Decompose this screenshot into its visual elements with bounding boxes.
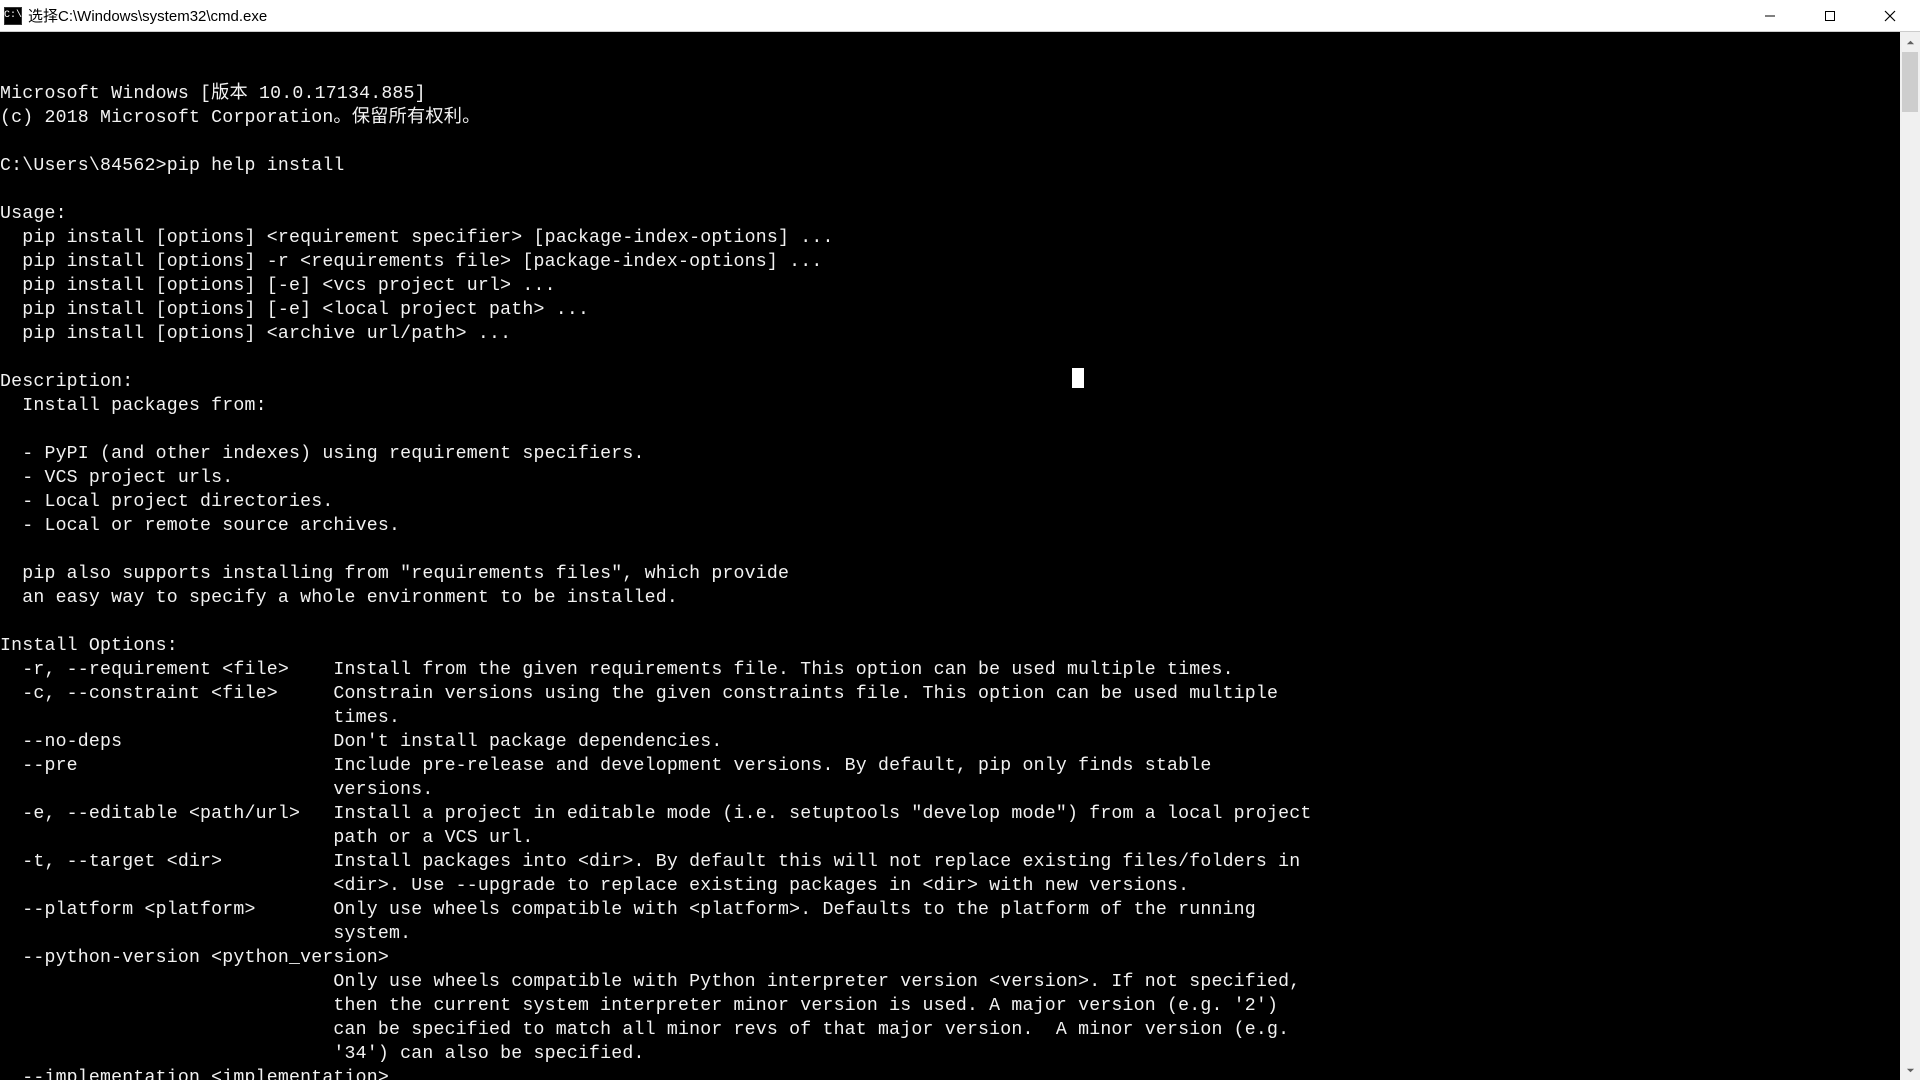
maximize-icon [1824,10,1836,22]
window-title: 选择C:\Windows\system32\cmd.exe [28,5,267,26]
scroll-up-button[interactable] [1900,32,1920,52]
terminal-output[interactable]: Microsoft Windows [版本 10.0.17134.885] (c… [0,32,1920,1080]
text-cursor [1072,368,1084,388]
chevron-down-icon [1906,1066,1915,1075]
close-icon [1884,10,1896,22]
terminal-text: Microsoft Windows [版本 10.0.17134.885] (c… [0,82,1920,1080]
close-button[interactable] [1860,0,1920,31]
window-titlebar: C:\ 选择C:\Windows\system32\cmd.exe [0,0,1920,32]
window-controls [1740,0,1920,31]
titlebar-left: C:\ 选择C:\Windows\system32\cmd.exe [0,5,267,26]
chevron-up-icon [1906,38,1915,47]
minimize-button[interactable] [1740,0,1800,31]
vertical-scrollbar[interactable] [1900,32,1920,1080]
scrollbar-thumb[interactable] [1902,52,1918,112]
minimize-icon [1764,10,1776,22]
maximize-button[interactable] [1800,0,1860,31]
cmd-app-icon: C:\ [4,7,22,25]
scroll-down-button[interactable] [1900,1060,1920,1080]
